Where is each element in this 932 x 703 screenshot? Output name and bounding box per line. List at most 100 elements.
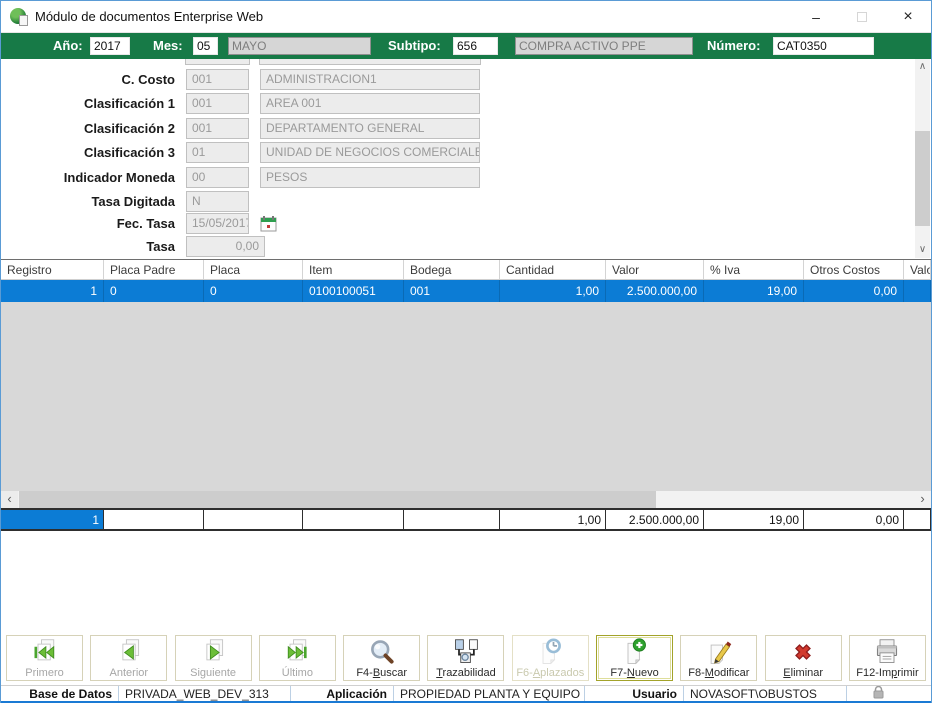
search-icon xyxy=(344,638,419,667)
last-icon xyxy=(260,638,335,667)
typed-rate-field: N xyxy=(186,191,249,212)
last-button: Último xyxy=(258,635,336,681)
column-header[interactable]: Otros Costos xyxy=(804,260,904,279)
month-label: Mes: xyxy=(153,38,183,53)
rate-date-label: Fec. Tasa xyxy=(116,216,175,231)
close-button[interactable]: × xyxy=(885,1,931,33)
scroll-up-icon[interactable]: ∧ xyxy=(915,59,930,75)
subtype-input[interactable] xyxy=(453,37,498,55)
new-button[interactable]: F7-Nuevo xyxy=(596,635,674,681)
vertical-scrollbar-thumb[interactable] xyxy=(915,131,930,226)
modify-button[interactable]: F8-Modificar xyxy=(680,635,758,681)
database-label: Base de Datos xyxy=(1,686,119,702)
year-label: Año: xyxy=(53,38,83,53)
detail-grid: Registro Placa Padre Placa Item Bodega C… xyxy=(1,259,931,491)
rate-date-field: 15/05/2017 xyxy=(186,213,249,234)
search-button[interactable]: F4-Buscar xyxy=(343,635,421,681)
cell-registro: 1 xyxy=(1,280,104,302)
modify-icon xyxy=(681,638,756,667)
cell-placa-padre: 0 xyxy=(104,280,204,302)
column-header[interactable]: % Iva xyxy=(704,260,804,279)
scroll-right-icon[interactable]: › xyxy=(914,491,931,508)
minimize-button[interactable]: – xyxy=(793,1,839,33)
column-header[interactable]: Placa Padre xyxy=(104,260,204,279)
deferred-button: F6-Aplazados xyxy=(511,635,589,681)
cell-item: 0100100051 xyxy=(303,280,404,302)
form-row: Indicador Moneda 00 PESOS xyxy=(2,167,915,188)
cell-bodega: 001 xyxy=(404,280,500,302)
year-input[interactable] xyxy=(90,37,130,55)
total-valor: 2.500.000,00 xyxy=(606,510,704,529)
cell-iva: 19,00 xyxy=(704,280,804,302)
cell-valor2 xyxy=(904,280,931,302)
classification2-code-field: 001 xyxy=(186,118,249,139)
titlebar: Módulo de documentos Enterprise Web – × xyxy=(1,1,931,33)
document-header-bar: Año: Mes: Subtipo: Número: xyxy=(1,33,931,59)
classification2-label: Clasificación 2 xyxy=(83,121,175,136)
delete-button[interactable]: Eliminar xyxy=(764,635,842,681)
total-iva: 19,00 xyxy=(704,510,804,529)
column-header[interactable]: Registro xyxy=(1,260,104,279)
form-row: Fec. Tasa 15/05/2017 xyxy=(2,213,915,234)
column-header[interactable]: Cantidad xyxy=(500,260,606,279)
subtype-label: Subtipo: xyxy=(388,38,441,53)
total-valor2 xyxy=(904,510,931,529)
classification3-label: Clasificación 3 xyxy=(83,145,175,160)
scroll-left-icon[interactable]: ‹ xyxy=(1,491,18,508)
number-input[interactable] xyxy=(773,37,874,55)
column-header[interactable]: Bodega xyxy=(404,260,500,279)
vertical-scrollbar[interactable]: ∧ ∨ xyxy=(915,59,930,258)
cost-center-desc-field: ADMINISTRACION1 xyxy=(260,69,480,90)
currency-indicator-label: Indicador Moneda xyxy=(63,170,175,185)
month-input[interactable] xyxy=(193,37,218,55)
cell-valor: 2.500.000,00 xyxy=(606,280,704,302)
first-icon xyxy=(7,638,82,667)
form-row: C. Costo 001 ADMINISTRACION1 xyxy=(2,69,915,90)
form-row: Clasificación 2 001 DEPARTAMENTO GENERAL xyxy=(2,118,915,139)
form-row: Clasificación 1 001 AREA 001 xyxy=(2,93,915,114)
next-icon xyxy=(176,638,251,667)
horizontal-scrollbar[interactable]: ‹ › xyxy=(1,491,931,508)
calendar-icon[interactable] xyxy=(260,215,277,232)
grid-row-selected[interactable]: 1 0 0 0100100051 001 1,00 2.500.000,00 1… xyxy=(1,280,931,302)
delete-icon xyxy=(766,638,841,667)
form-row: Tasa Digitada N xyxy=(2,191,915,212)
column-header[interactable]: Valor xyxy=(606,260,704,279)
currency-desc-field: PESOS xyxy=(260,167,480,188)
app-logo-icon xyxy=(10,8,28,26)
deferred-icon xyxy=(513,638,588,667)
print-button[interactable]: F12-Imprimir xyxy=(848,635,926,681)
totals-row: 1 1,00 2.500.000,00 19,00 0,00 xyxy=(1,508,931,531)
cost-center-code-field: 001 xyxy=(186,69,249,90)
database-value: PRIVADA_WEB_DEV_313 xyxy=(119,686,291,702)
column-header[interactable]: Placa xyxy=(204,260,303,279)
print-icon xyxy=(850,638,925,667)
subtype-name-field xyxy=(515,37,693,55)
classification3-desc-field: UNIDAD DE NEGOCIOS COMERCIALES xyxy=(260,142,480,163)
total-registro: 1 xyxy=(1,510,104,529)
total-bodega xyxy=(404,510,500,529)
horizontal-scrollbar-thumb[interactable] xyxy=(19,491,656,508)
maximize-icon xyxy=(857,12,867,22)
rate-label: Tasa xyxy=(146,239,175,254)
cost-center-label: C. Costo xyxy=(121,72,175,87)
form-row: Tasa 0,00 xyxy=(2,236,915,257)
traceability-icon xyxy=(428,638,503,667)
total-cantidad: 1,00 xyxy=(500,510,606,529)
first-button: Primero xyxy=(6,635,83,681)
user-value: NOVASOFT\OBUSTOS xyxy=(684,686,847,702)
scroll-down-icon[interactable]: ∨ xyxy=(915,242,930,258)
previous-icon xyxy=(91,638,166,667)
column-header[interactable]: Valo xyxy=(904,260,931,279)
lock-icon xyxy=(873,686,884,699)
form-row-partial xyxy=(185,59,250,65)
cell-cantidad: 1,00 xyxy=(500,280,606,302)
column-header[interactable]: Item xyxy=(303,260,404,279)
maximize-button xyxy=(839,1,885,33)
total-otros-costos: 0,00 xyxy=(804,510,904,529)
traceability-button[interactable]: Trazabilidad xyxy=(427,635,505,681)
previous-button: Anterior xyxy=(90,635,168,681)
form-row: Clasificación 3 01 UNIDAD DE NEGOCIOS CO… xyxy=(2,142,915,163)
app-window: Módulo de documentos Enterprise Web – × … xyxy=(0,0,932,703)
typed-rate-label: Tasa Digitada xyxy=(91,194,175,209)
